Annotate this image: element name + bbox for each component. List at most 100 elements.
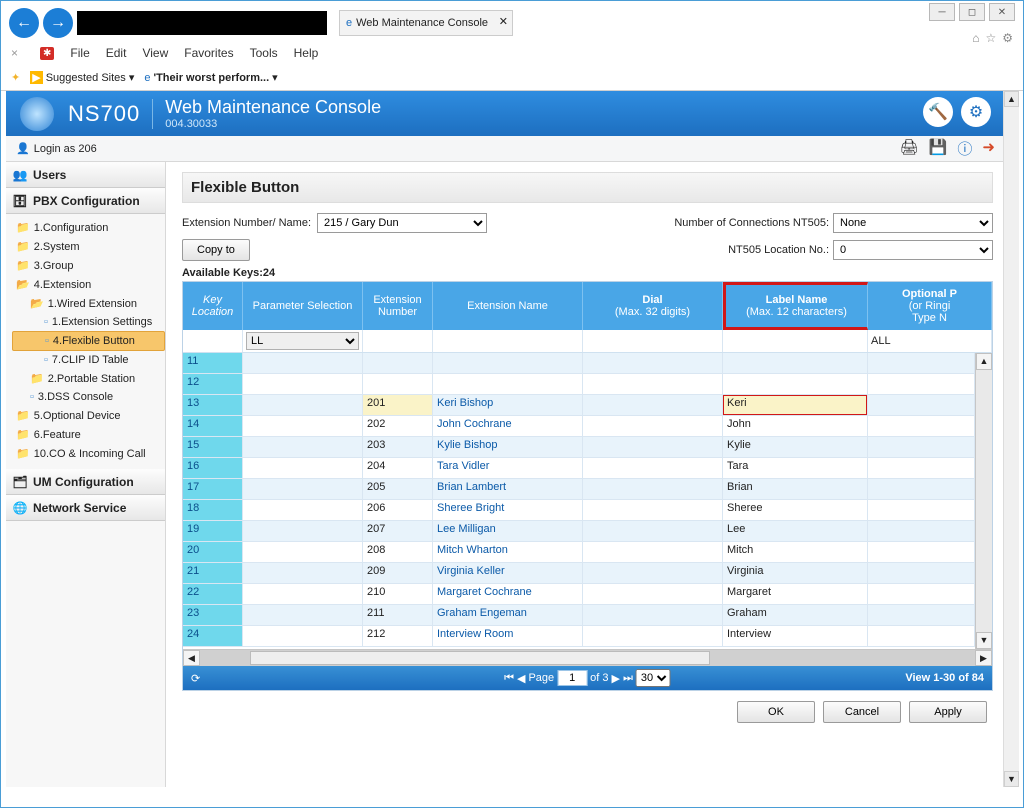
tree-extension-settings[interactable]: ▫1.Extension Settings <box>12 313 165 331</box>
tree-clip-id-table[interactable]: ▫7.CLIP ID Table <box>12 351 165 369</box>
cell-key[interactable]: 22 <box>183 584 243 605</box>
cell-key[interactable]: 17 <box>183 479 243 500</box>
sidebar-section-um[interactable]: 🗂UM Configuration <box>6 469 165 495</box>
filter-extnum[interactable] <box>363 330 433 352</box>
cell-key[interactable]: 12 <box>183 374 243 395</box>
cell-extname[interactable] <box>433 353 583 374</box>
cell-opt[interactable] <box>868 521 975 542</box>
filter-extname[interactable] <box>433 330 583 352</box>
cell-extname[interactable]: Brian Lambert <box>433 479 583 500</box>
cell-opt[interactable] <box>868 626 975 647</box>
cell-key[interactable]: 23 <box>183 605 243 626</box>
cell-extname[interactable]: Sheree Bright <box>433 500 583 521</box>
address-bar[interactable] <box>77 11 327 35</box>
cell-opt[interactable] <box>868 437 975 458</box>
tree-feature[interactable]: 📁6.Feature <box>12 425 165 444</box>
cell-opt[interactable] <box>868 605 975 626</box>
cell-opt[interactable] <box>868 416 975 437</box>
connections-select[interactable]: None <box>833 213 993 233</box>
cell-key[interactable]: 11 <box>183 353 243 374</box>
cell-label[interactable]: Margaret <box>723 584 868 605</box>
scroll-thumb[interactable] <box>250 651 710 665</box>
cell-extname[interactable] <box>433 374 583 395</box>
cell-key[interactable]: 21 <box>183 563 243 584</box>
cell-extname[interactable]: Mitch Wharton <box>433 542 583 563</box>
table-row[interactable]: 24212Interview RoomInterview <box>183 626 975 647</box>
scroll-left-icon[interactable]: ◀ <box>183 650 200 666</box>
page-input[interactable] <box>557 670 587 686</box>
cell-opt[interactable] <box>868 542 975 563</box>
cell-param[interactable] <box>243 374 363 395</box>
cell-label[interactable]: John <box>723 416 868 437</box>
cell-dial[interactable] <box>583 626 723 647</box>
cell-label[interactable]: Lee <box>723 521 868 542</box>
cell-param[interactable] <box>243 584 363 605</box>
cell-label[interactable]: Mitch <box>723 542 868 563</box>
cell-param[interactable] <box>243 353 363 374</box>
cell-extnum[interactable]: 208 <box>363 542 433 563</box>
cell-extname[interactable]: Margaret Cochrane <box>433 584 583 605</box>
cell-label[interactable]: Keri <box>723 395 868 416</box>
cell-label[interactable]: Sheree <box>723 500 868 521</box>
cell-key[interactable]: 20 <box>183 542 243 563</box>
cell-dial[interactable] <box>583 521 723 542</box>
cell-extnum[interactable]: 203 <box>363 437 433 458</box>
filter-dial[interactable] <box>583 330 723 352</box>
tree-system[interactable]: 📁2.System <box>12 237 165 256</box>
cell-extnum[interactable] <box>363 353 433 374</box>
maximize-button[interactable]: ◻ <box>959 3 985 21</box>
cell-opt[interactable] <box>868 458 975 479</box>
cell-extnum[interactable]: 201 <box>363 395 433 416</box>
tree-portable-station[interactable]: 📁2.Portable Station <box>12 369 165 388</box>
table-row[interactable]: 20 208Mitch Wharton Mitch <box>183 542 975 563</box>
col-label[interactable]: Label Name(Max. 12 characters) <box>723 282 868 330</box>
table-row[interactable]: 11 <box>183 353 975 374</box>
lastpass-icon[interactable]: ✱ <box>40 47 54 60</box>
sidebar-section-users[interactable]: 👥Users <box>6 162 165 188</box>
menu-file[interactable]: File <box>70 46 89 60</box>
cell-param[interactable] <box>243 563 363 584</box>
cell-label[interactable] <box>723 374 868 395</box>
scroll-up-icon[interactable]: ▲ <box>976 353 992 370</box>
cell-extname[interactable]: Kylie Bishop <box>433 437 583 458</box>
menu-view[interactable]: View <box>142 46 168 60</box>
cell-extnum[interactable]: 206 <box>363 500 433 521</box>
cell-param[interactable] <box>243 500 363 521</box>
cell-dial[interactable] <box>583 605 723 626</box>
table-row[interactable]: 13201Keri BishopKeri <box>183 395 975 416</box>
table-row[interactable]: 18 206Sheree Bright Sheree <box>183 500 975 521</box>
suggested-sites-link[interactable]: ▶ Suggested Sites ▾ <box>30 71 134 84</box>
cell-dial[interactable] <box>583 395 723 416</box>
cell-param[interactable] <box>243 479 363 500</box>
cell-label[interactable]: Brian <box>723 479 868 500</box>
cell-dial[interactable] <box>583 542 723 563</box>
table-row[interactable]: 14202John CochraneJohn <box>183 416 975 437</box>
cell-extname[interactable]: Interview Room <box>433 626 583 647</box>
close-bar-icon[interactable]: × <box>11 46 18 60</box>
extension-select[interactable]: 215 / Gary Dun <box>317 213 487 233</box>
favorites-icon[interactable]: ☆ <box>985 31 996 45</box>
ok-button[interactable]: OK <box>737 701 815 723</box>
menu-edit[interactable]: Edit <box>106 46 127 60</box>
cell-extnum[interactable]: 204 <box>363 458 433 479</box>
cell-dial[interactable] <box>583 416 723 437</box>
news-link[interactable]: e 'Their worst perform... ▾ <box>144 71 277 84</box>
table-row[interactable]: 23211Graham EngemanGraham <box>183 605 975 626</box>
scroll-down-icon[interactable]: ▼ <box>1004 771 1019 787</box>
col-param[interactable]: Parameter Selection <box>243 282 363 330</box>
col-dial[interactable]: Dial(Max. 32 digits) <box>583 282 723 330</box>
cell-dial[interactable] <box>583 584 723 605</box>
cell-extname[interactable]: Keri Bishop <box>433 395 583 416</box>
info-button[interactable]: ⓘ <box>957 138 972 159</box>
cell-key[interactable]: 18 <box>183 500 243 521</box>
print-button[interactable]: 🖨 <box>900 138 919 159</box>
cell-param[interactable] <box>243 521 363 542</box>
menu-favorites[interactable]: Favorites <box>184 46 233 60</box>
tree-extension[interactable]: 📂4.Extension <box>12 275 165 294</box>
filter-label[interactable] <box>723 330 868 352</box>
cell-dial[interactable] <box>583 353 723 374</box>
cell-label[interactable]: Kylie <box>723 437 868 458</box>
page-size-select[interactable]: 30 <box>636 669 671 687</box>
cell-extnum[interactable]: 210 <box>363 584 433 605</box>
cell-param[interactable] <box>243 542 363 563</box>
